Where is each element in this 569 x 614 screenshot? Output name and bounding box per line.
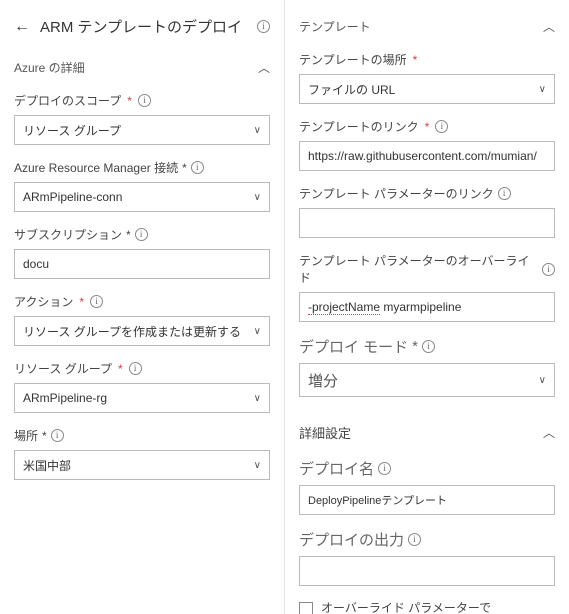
info-icon[interactable]: i <box>191 161 204 174</box>
chevron-down-icon: ∨ <box>254 393 261 404</box>
access-sp-checkbox[interactable] <box>299 602 313 614</box>
section-title: 詳細設定 <box>299 423 351 442</box>
chevron-down-icon: ∨ <box>254 192 261 203</box>
section-advanced[interactable]: 詳細設定 ︿ <box>299 415 555 450</box>
chevron-down-icon: ∨ <box>254 125 261 136</box>
info-icon[interactable]: i <box>129 362 142 375</box>
template-location-label: テンプレートの場所 <box>299 51 407 68</box>
deploy-output-label: デプロイの出力 <box>299 529 404 550</box>
section-template[interactable]: テンプレート ︿ <box>299 10 555 43</box>
chevron-down-icon: ∨ <box>539 375 546 386</box>
template-params-link-label: テンプレート パラメーターのリンク <box>299 185 494 202</box>
deploy-mode-select[interactable]: 増分∨ <box>299 363 555 397</box>
back-icon[interactable]: ← <box>14 18 30 36</box>
section-azure-details[interactable]: Azure の詳細 ︿ <box>14 51 270 84</box>
info-icon[interactable]: i <box>138 94 151 107</box>
template-location-select[interactable]: ファイルの URL∨ <box>299 74 555 104</box>
arm-conn-select[interactable]: ARmPipeline-conn∨ <box>14 182 270 212</box>
section-title: Azure の詳細 <box>14 59 85 76</box>
chevron-up-icon: ︿ <box>543 18 555 35</box>
resource-group-label: リソース グループ <box>14 360 112 377</box>
subscription-label: サブスクリプション <box>14 226 122 243</box>
info-icon[interactable]: i <box>435 120 448 133</box>
location-select[interactable]: 米国中部∨ <box>14 450 270 480</box>
info-icon[interactable]: i <box>542 263 555 276</box>
deploy-mode-label: デプロイ モード <box>299 336 408 357</box>
template-link-label: テンプレートのリンク <box>299 118 419 135</box>
template-params-link-input[interactable] <box>299 208 555 238</box>
section-title: テンプレート <box>299 18 371 35</box>
action-select[interactable]: リソース グループを作成または更新する∨ <box>14 316 270 346</box>
location-label: 場所 <box>14 427 38 444</box>
deploy-output-input[interactable] <box>299 556 555 586</box>
info-icon[interactable]: i <box>90 295 103 308</box>
info-icon[interactable]: i <box>378 462 391 475</box>
chevron-down-icon: ∨ <box>539 84 546 95</box>
template-params-override-label: テンプレート パラメーターのオーバーライド <box>299 252 538 286</box>
page-title: ARM テンプレートのデプロイ <box>40 16 257 37</box>
deploy-name-input[interactable]: DeployPipelineテンプレート <box>299 485 555 515</box>
template-params-override-input[interactable]: -projectName myarmpipeline <box>299 292 555 322</box>
scope-label: デプロイのスコープ <box>14 92 121 109</box>
template-link-input[interactable]: https://raw.githubusercontent.com/mumian… <box>299 141 555 171</box>
info-icon[interactable]: i <box>135 228 148 241</box>
access-sp-label: オーバーライド パラメーターで サービス プリンシパルの詳細にアクセスする <box>321 600 543 614</box>
action-label: アクション <box>14 293 73 310</box>
info-icon[interactable]: i <box>51 429 64 442</box>
chevron-up-icon: ︿ <box>258 59 270 76</box>
subscription-input[interactable]: docu <box>14 249 270 279</box>
chevron-down-icon: ∨ <box>254 326 261 337</box>
resource-group-select[interactable]: ARmPipeline-rg∨ <box>14 383 270 413</box>
deploy-name-label: デプロイ名 <box>299 458 374 479</box>
scope-select[interactable]: リソース グループ∨ <box>14 115 270 145</box>
arm-conn-label: Azure Resource Manager 接続 <box>14 159 178 176</box>
chevron-down-icon: ∨ <box>254 460 261 471</box>
chevron-up-icon: ︿ <box>543 424 555 441</box>
info-icon[interactable]: i <box>408 533 421 546</box>
info-icon[interactable]: i <box>498 187 511 200</box>
info-icon[interactable]: i <box>257 20 270 33</box>
info-icon[interactable]: i <box>422 340 435 353</box>
